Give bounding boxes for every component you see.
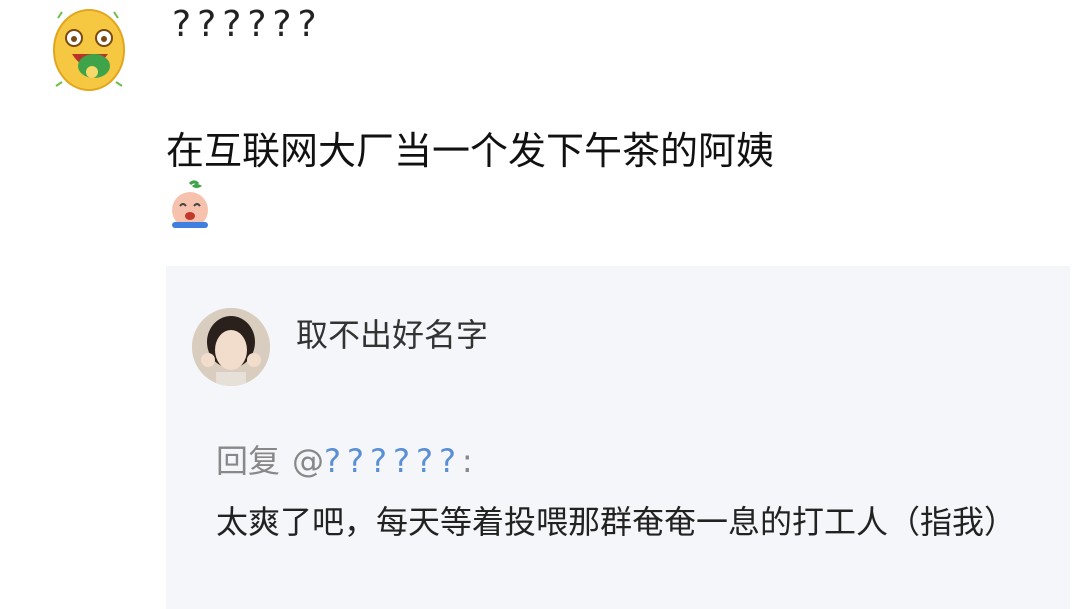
reply-text: 太爽了吧，每天等着投喂那群奄奄一息的打工人（指我） [216,503,1017,541]
reply-prefix: 回复 [216,442,281,480]
comment-username[interactable]: ?????? [172,4,323,45]
comment-text: 在互联网大厂当一个发下午茶的阿姨 [166,129,775,173]
crying-face-icon [168,180,212,230]
reply-header: 回复 @??????: [216,436,473,482]
reply-card: 取不出好名字 回复 @??????: 太爽了吧，每天等着投喂那群奄奄一息的打工人（… [166,266,1070,609]
laughing-emoji-avatar-icon [53,9,125,91]
reply-colon: : [461,442,473,480]
reply-avatar[interactable] [192,308,270,386]
user-photo-avatar [192,308,270,386]
reply-username[interactable]: 取不出好名字 [296,310,488,356]
user-avatar[interactable] [52,8,126,94]
at-symbol: @ [292,442,325,480]
mention-link[interactable]: ?????? [324,442,462,480]
